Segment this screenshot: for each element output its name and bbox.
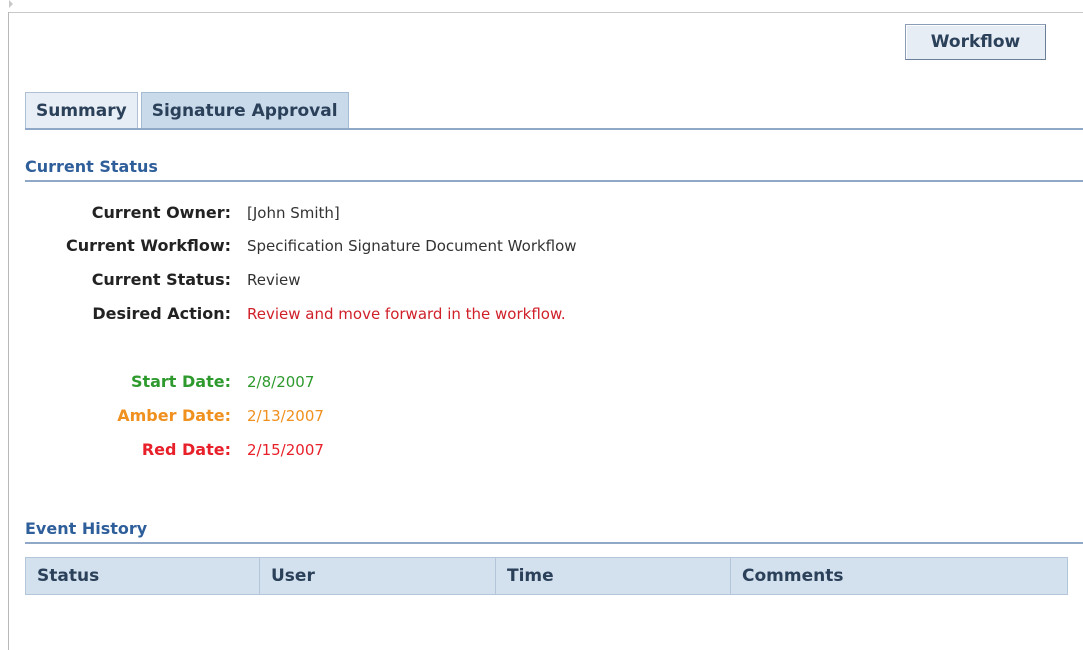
event-history-table-header: Status User Time Comments (25, 557, 1068, 595)
frame-top-border (8, 12, 1083, 13)
current-status-label: Current Status: (91, 270, 231, 289)
current-owner-label: Current Owner: (91, 203, 231, 222)
desired-action-value: Review and move forward in the workflow. (247, 305, 566, 323)
current-status-value: Review (247, 271, 301, 289)
current-status-section-rule (25, 180, 1083, 182)
tab-bar: Summary Signature Approval (25, 92, 352, 129)
column-header-user[interactable]: User (260, 558, 496, 594)
event-history-section-title: Event History (25, 519, 148, 538)
tab-signature-approval[interactable]: Signature Approval (140, 92, 349, 129)
start-date-value: 2/8/2007 (247, 373, 315, 391)
tab-summary[interactable]: Summary (25, 92, 138, 129)
desired-action-label: Desired Action: (92, 304, 231, 323)
start-date-label: Start Date: (130, 372, 231, 391)
column-header-status[interactable]: Status (26, 558, 260, 594)
tab-underline (25, 128, 1083, 130)
column-header-comments[interactable]: Comments (731, 558, 1067, 594)
frame-left-border (8, 12, 9, 650)
event-history-section-rule (25, 542, 1083, 544)
current-workflow-value: Specification Signature Document Workflo… (247, 237, 577, 255)
current-owner-value: [John Smith] (247, 204, 340, 222)
amber-date-value: 2/13/2007 (247, 407, 324, 425)
frame-corner-mark (9, 0, 13, 8)
amber-date-label: Amber Date: (117, 406, 231, 425)
current-status-section-title: Current Status (25, 157, 158, 176)
red-date-value: 2/15/2007 (247, 441, 324, 459)
red-date-label: Red Date: (141, 440, 231, 459)
column-header-time[interactable]: Time (496, 558, 731, 594)
workflow-button[interactable]: Workflow (905, 24, 1046, 60)
current-workflow-label: Current Workflow: (65, 236, 231, 255)
